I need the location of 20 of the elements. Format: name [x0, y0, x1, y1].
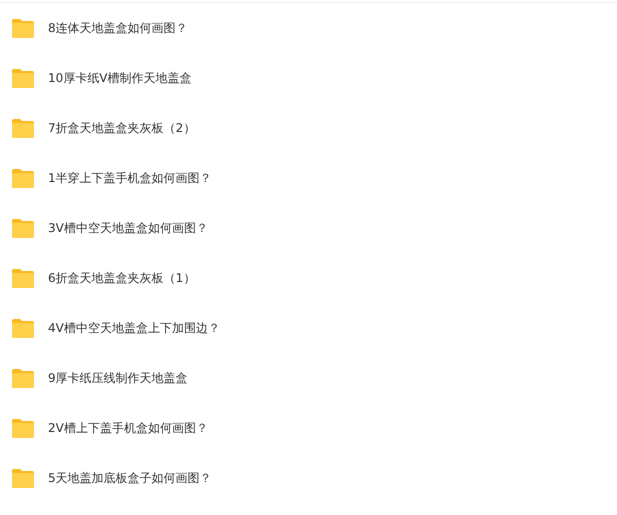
- folder-name[interactable]: 10厚卡纸V槽制作天地盖盒: [48, 70, 192, 86]
- folder-icon: [11, 18, 35, 38]
- folder-name[interactable]: 7折盒天地盖盒夹灰板（2）: [48, 120, 196, 136]
- folder-icon: [11, 418, 35, 438]
- folder-name[interactable]: 1半穿上下盖手机盒如何画图？: [48, 170, 212, 186]
- folder-icon: [11, 218, 35, 238]
- folder-name[interactable]: 3V槽中空天地盖盒如何画图？: [48, 220, 208, 236]
- folder-name[interactable]: 5天地盖加底板盒子如何画图？: [48, 470, 212, 486]
- folder-name[interactable]: 6折盒天地盖盒夹灰板（1）: [48, 270, 196, 286]
- folder-name[interactable]: 8连体天地盖盒如何画图？: [48, 20, 188, 36]
- folder-icon: [11, 318, 35, 338]
- folder-name[interactable]: 2V槽上下盖手机盒如何画图？: [48, 420, 208, 436]
- folder-name[interactable]: 9厚卡纸压线制作天地盖盒: [48, 370, 188, 386]
- folder-icon: [11, 118, 35, 138]
- folder-icon: [11, 168, 35, 188]
- folder-icon: [11, 68, 35, 88]
- folder-name[interactable]: 4V槽中空天地盖盒上下加围边？: [48, 320, 220, 336]
- folder-icon: [11, 468, 35, 488]
- folder-icon: [11, 268, 35, 288]
- folder-icon: [11, 368, 35, 388]
